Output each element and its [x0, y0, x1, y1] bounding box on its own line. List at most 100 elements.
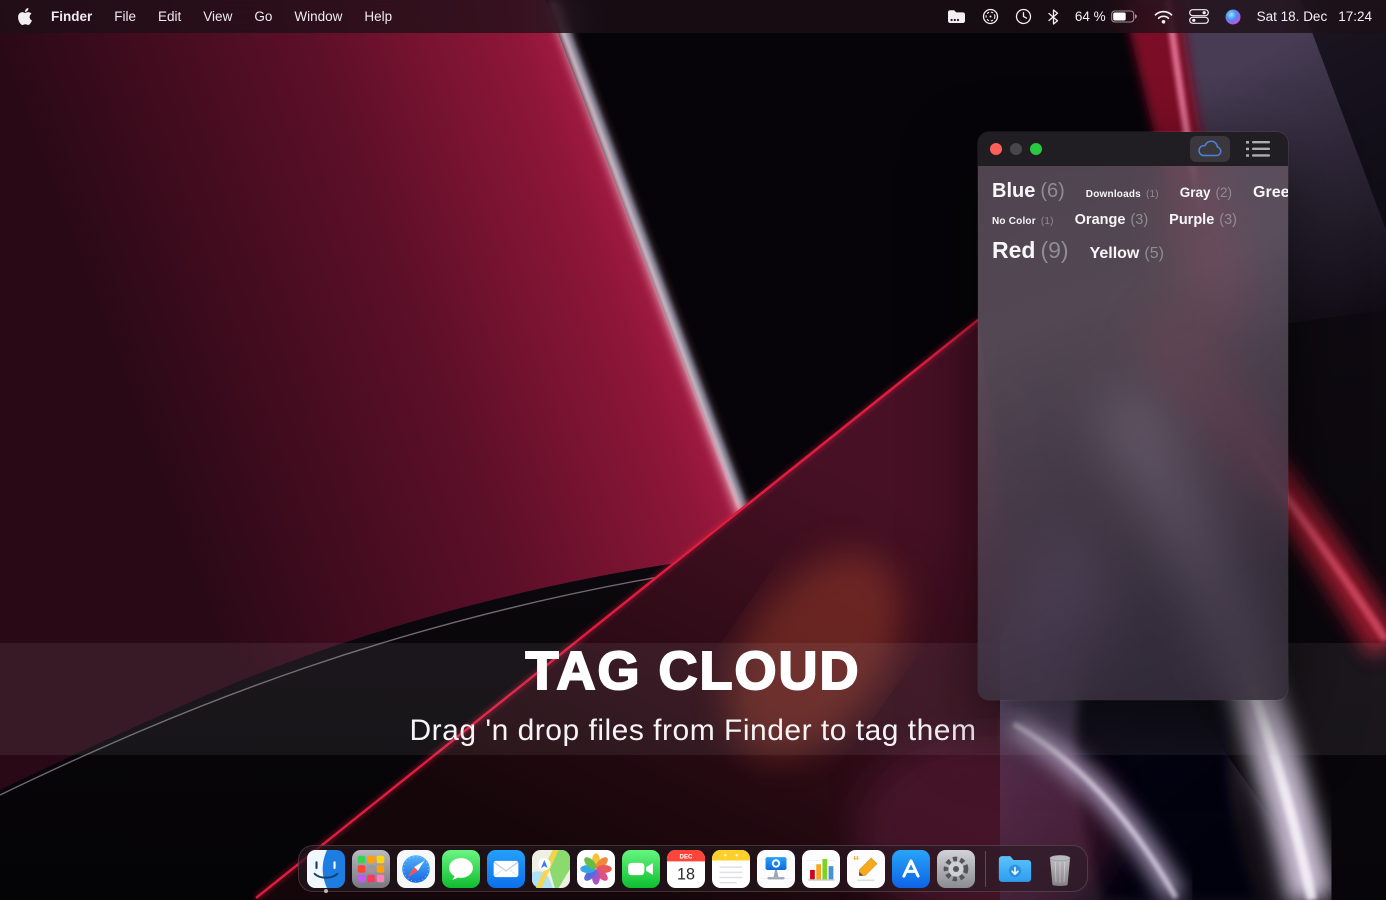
battery-icon: [1110, 10, 1137, 23]
window-titlebar[interactable]: [978, 132, 1288, 166]
menu-window[interactable]: Window: [283, 9, 353, 24]
close-button[interactable]: [990, 143, 1002, 155]
tag-purple[interactable]: Purple (3): [1169, 212, 1237, 228]
dock-mail[interactable]: [487, 849, 525, 888]
menu-go[interactable]: Go: [243, 9, 283, 24]
tag-no-color[interactable]: No Color (1): [992, 216, 1054, 227]
cloud-view-button[interactable]: [1190, 136, 1230, 162]
apple-icon: [18, 8, 32, 25]
dock-safari[interactable]: [397, 849, 435, 888]
tag-label: No Color: [992, 216, 1036, 227]
time-machine-icon[interactable]: [1015, 8, 1032, 25]
trash-icon: [1049, 854, 1071, 886]
dock-app-store[interactable]: [892, 849, 930, 888]
dock-trash[interactable]: [1041, 850, 1079, 888]
tag-count: (3): [1130, 212, 1149, 228]
svg-text:“: “: [853, 853, 860, 868]
control-center-icon[interactable]: [1188, 9, 1209, 24]
clock-date: Sat 18. Dec: [1256, 9, 1328, 24]
battery-percent: 64 %: [1074, 9, 1106, 24]
tag-orange[interactable]: Orange (3): [1075, 212, 1149, 228]
dock-pages[interactable]: “: [847, 849, 885, 888]
app-store-icon: [892, 849, 930, 888]
tag-label: Orange: [1074, 212, 1126, 228]
dock-finder[interactable]: [307, 849, 345, 893]
tag-count: (3): [1219, 212, 1238, 228]
apple-menu[interactable]: [16, 8, 40, 25]
dock: DEC 18 “: [298, 845, 1088, 893]
pages-icon: “: [847, 849, 885, 888]
numbers-icon: [802, 849, 840, 888]
tag-label: Yellow: [1089, 245, 1140, 262]
menu-bar-status: 64 % Sat 18. Dec 17:24: [947, 8, 1386, 25]
dock-calendar[interactable]: DEC 18: [667, 849, 705, 888]
tag-downloads[interactable]: Downloads (1): [1086, 189, 1159, 200]
tag-cloud-content: Blue(6) Downloads (1) Gray (2) Green(4) No…: [978, 166, 1288, 700]
folder-icon: [947, 10, 965, 23]
bluetooth-icon[interactable]: [1048, 8, 1059, 25]
finder-running-indicator: [324, 888, 328, 893]
mail-icon: [487, 849, 525, 888]
wifi-icon[interactable]: [1154, 10, 1173, 24]
tag-label: Red: [992, 237, 1036, 263]
tag-blue[interactable]: Blue (6): [992, 180, 1065, 203]
downloads-folder-icon: [998, 855, 1032, 882]
cloud-icon: [1198, 140, 1222, 157]
list-icon: [1246, 141, 1270, 157]
dock-facetime[interactable]: [622, 849, 660, 888]
tag-label: Green: [1253, 184, 1288, 201]
dock-system-preferences[interactable]: [937, 849, 975, 888]
tag-count: (9): [1040, 237, 1069, 263]
siri-icon[interactable]: [1225, 9, 1241, 25]
tag-green[interactable]: Green(4): [1253, 184, 1288, 202]
wireless-scan-icon[interactable]: [982, 8, 999, 25]
app-menu-finder[interactable]: Finder: [40, 9, 103, 24]
menu-edit[interactable]: Edit: [147, 9, 192, 24]
tag-count: (1): [1145, 189, 1159, 200]
dock-notes[interactable]: [712, 849, 750, 888]
battery-status[interactable]: 64 %: [1075, 9, 1138, 24]
facetime-icon: [622, 849, 660, 888]
notes-icon: [712, 849, 750, 888]
dock-downloads[interactable]: [996, 850, 1034, 888]
tag-row: Blue(6) Downloads (1) Gray (2) Green(4): [992, 180, 1288, 203]
calendar-day: 18: [677, 865, 695, 883]
macos-desktop: TAG CLOUD Drag 'n drop files from Finder…: [0, 0, 1386, 900]
menu-help[interactable]: Help: [353, 9, 403, 24]
menu-view[interactable]: View: [192, 9, 243, 24]
tag-cloud-window: Blue(6) Downloads (1) Gray (2) Green(4) No…: [978, 132, 1288, 700]
dock-launchpad[interactable]: [352, 849, 390, 888]
tag-count: (5): [1144, 245, 1164, 262]
photos-icon: [577, 849, 615, 888]
dock-messages[interactable]: [442, 849, 480, 888]
dock-separator: [985, 850, 986, 887]
file-manager-menu-extra[interactable]: [947, 9, 966, 24]
tag-gray[interactable]: Gray (2): [1180, 185, 1232, 200]
messages-icon: [442, 849, 480, 888]
tag-red[interactable]: Red (9): [992, 237, 1069, 264]
clock-time: 17:24: [1338, 9, 1372, 24]
tag-count: (1): [1040, 216, 1054, 227]
dock-maps[interactable]: [532, 849, 570, 888]
wallpaper-subtitle: Drag 'n drop files from Finder to tag th…: [409, 714, 977, 747]
minimize-button[interactable]: [1010, 143, 1022, 155]
dock-numbers[interactable]: [802, 849, 840, 888]
menu-bar-clock[interactable]: Sat 18. Dec 17:24: [1257, 9, 1372, 24]
dock-keynote[interactable]: [757, 849, 795, 888]
tag-count: (2): [1215, 185, 1233, 200]
dock-photos[interactable]: [577, 849, 615, 888]
tag-label: Gray: [1179, 185, 1211, 200]
tag-yellow[interactable]: Yellow (5): [1090, 245, 1164, 263]
tag-row: No Color (1) Orange (3) Purple (3): [992, 212, 1274, 228]
calendar-month: DEC: [680, 853, 694, 860]
menu-file[interactable]: File: [103, 9, 147, 24]
menu-bar: Finder File Edit View Go Window Help 64 …: [0, 0, 1386, 33]
finder-icon: [307, 849, 345, 888]
zoom-button[interactable]: [1030, 143, 1042, 155]
menu-bar-left: Finder File Edit View Go Window Help: [0, 8, 403, 25]
safari-icon: [397, 849, 435, 888]
list-view-button[interactable]: [1238, 136, 1278, 162]
tag-row: Red (9) Yellow (5): [992, 237, 1274, 264]
tag-count: (6): [1040, 180, 1065, 202]
tag-label: Downloads: [1085, 189, 1141, 200]
